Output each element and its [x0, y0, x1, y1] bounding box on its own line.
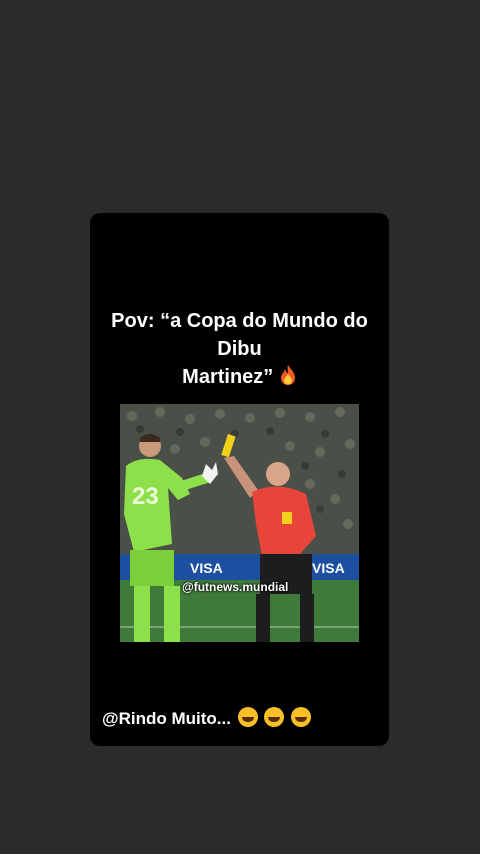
rolling-laughing-emoji-1 — [237, 707, 258, 727]
rolling-laughing-emoji-3 — [291, 707, 312, 727]
ad-board-text-2: VISA — [312, 560, 345, 576]
video-watermark: @futnews.mundial — [182, 580, 289, 594]
player-number: 23 — [132, 483, 159, 510]
mention-text: @Rindo Muito... — [102, 709, 231, 728]
ad-board-text: VISA — [190, 560, 223, 576]
caption-line-2: Martinez” — [182, 366, 274, 388]
story-card: Pov: “a Copa do Mundo do Dibu Martinez” — [90, 213, 389, 746]
video-thumbnail[interactable]: VISA VISA 23 @futnews.mundial — [120, 404, 359, 642]
caption-line-1: Pov: “a Copa do Mundo do Dibu — [111, 310, 368, 360]
story-caption: Pov: “a Copa do Mundo do Dibu Martinez” — [90, 307, 389, 391]
fire-icon — [280, 365, 295, 385]
video-image: VISA VISA 23 — [120, 404, 359, 642]
rolling-laughing-emoji-2 — [264, 707, 285, 727]
mention-sticker[interactable]: @Rindo Muito... — [102, 707, 312, 729]
